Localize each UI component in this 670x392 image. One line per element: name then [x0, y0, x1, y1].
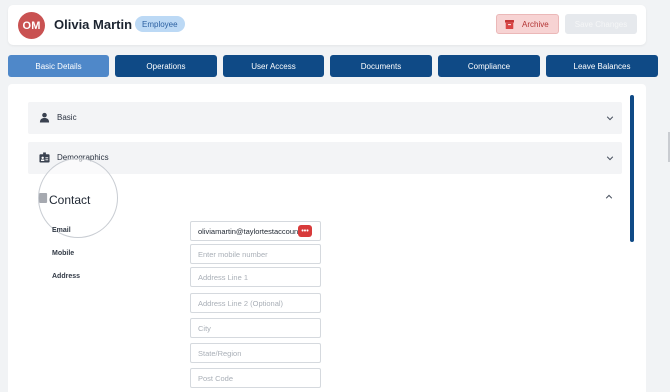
id-card-icon — [39, 152, 50, 163]
save-changes-button[interactable]: Save Changes — [565, 14, 637, 34]
tab-compliance[interactable]: Compliance — [438, 55, 540, 77]
password-manager-icon[interactable]: ••• — [298, 225, 312, 237]
archive-icon — [505, 19, 514, 29]
tab-basic-details[interactable]: Basic Details — [8, 55, 109, 77]
address-label: Address — [52, 273, 81, 280]
section-demographics-header[interactable]: Demographics — [28, 142, 622, 174]
person-icon — [39, 112, 50, 123]
section-basic-header[interactable]: Basic — [28, 102, 622, 134]
city-field[interactable]: City — [190, 318, 321, 338]
chevron-down-icon — [606, 116, 614, 121]
employee-header: OM Olivia Martin Employee Archive Save C… — [8, 5, 646, 45]
tab-leave-balances[interactable]: Leave Balances — [546, 55, 658, 77]
address-line1-field[interactable]: Address Line 1 — [190, 267, 321, 287]
archive-label: Archive — [522, 19, 549, 29]
tab-user-access[interactable]: User Access — [223, 55, 324, 77]
section-contact-label[interactable]: Contact — [49, 193, 90, 207]
mobile-label: Mobile — [52, 250, 75, 257]
email-label: Email — [52, 227, 71, 234]
post-code-field[interactable]: Post Code — [190, 368, 321, 388]
state-region-field[interactable]: State/Region — [190, 343, 321, 363]
scrollbar-thumb[interactable] — [630, 95, 634, 242]
role-badge: Employee — [135, 16, 185, 32]
section-basic-label: Basic — [57, 113, 77, 122]
tab-documents[interactable]: Documents — [330, 55, 432, 77]
mobile-field[interactable]: Enter mobile number — [190, 244, 321, 264]
archive-button[interactable]: Archive — [496, 14, 559, 34]
address-line2-field[interactable]: Address Line 2 (Optional) — [190, 293, 321, 313]
tab-operations[interactable]: Operations — [115, 55, 217, 77]
employee-name: Olivia Martin — [54, 17, 133, 32]
chevron-down-icon — [606, 156, 614, 161]
avatar: OM — [18, 12, 45, 39]
chevron-up-icon[interactable] — [605, 193, 613, 201]
section-tabs: Basic Details Operations User Access Doc… — [8, 55, 658, 77]
